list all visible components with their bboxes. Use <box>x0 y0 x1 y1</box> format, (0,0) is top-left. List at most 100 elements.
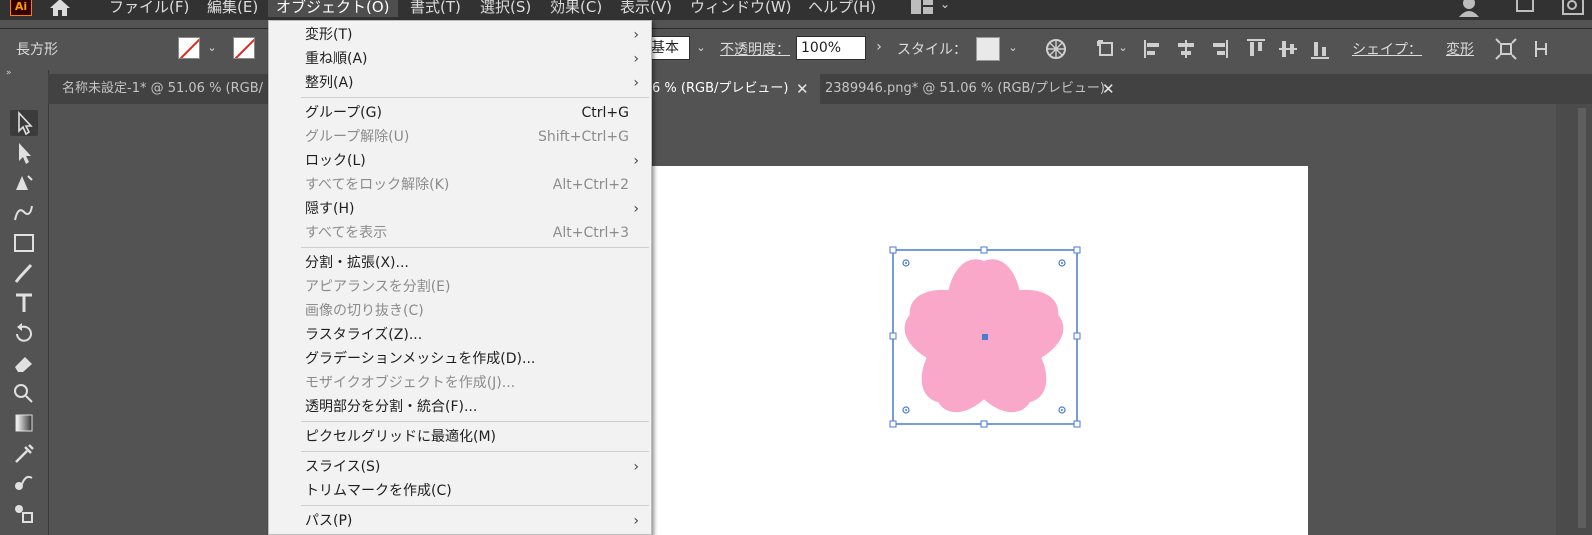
symbol-sprayer-tool-icon[interactable] <box>10 500 38 526</box>
rectangle-tool-icon[interactable] <box>10 230 38 256</box>
menu-item-label: トリムマークを作成(C) <box>305 483 452 499</box>
eraser-tool-icon[interactable] <box>10 350 38 376</box>
menu-item-make-pixel-perfect[interactable]: ピクセルグリッドに最適化(M) <box>269 425 651 449</box>
stroke-style-field[interactable]: 基本 <box>646 36 690 60</box>
align-top-icon[interactable] <box>1244 37 1268 61</box>
menu-separator <box>301 451 649 452</box>
menu-item-group[interactable]: グループ(G) Ctrl+G <box>269 101 651 125</box>
menu-item-shortcut: Alt+Ctrl+3 <box>552 225 629 241</box>
isolate-icon[interactable] <box>1494 37 1518 61</box>
menu-item-expand[interactable]: 分割・拡張(X)... <box>269 251 651 275</box>
align-horizontal-center-icon[interactable] <box>1174 37 1198 61</box>
menu-item-crop-image: 画像の切り抜き(C) <box>269 299 651 323</box>
opacity-field[interactable]: 100% <box>796 36 866 60</box>
document-tab[interactable]: 名称未設定-1* @ 51.06 % (RGB/ <box>62 74 263 104</box>
style-dropdown-icon[interactable]: ⌄ <box>1006 41 1020 55</box>
user-icon[interactable] <box>1458 0 1482 19</box>
submenu-arrow-icon: › <box>633 51 639 67</box>
direct-selection-tool-icon[interactable] <box>10 140 38 166</box>
control-bar: 長方形 ⌄ 基本 ⌄ 不透明度： 100% › スタイル： ⌄ ⌄ シェイプ： … <box>0 28 1592 71</box>
menu-item-label: ピクセルグリッドに最適化(M) <box>305 429 497 445</box>
pen-tool-icon[interactable] <box>10 170 38 196</box>
menu-view[interactable]: 表示(V) <box>620 0 672 17</box>
curvature-tool-icon[interactable] <box>10 200 38 226</box>
align-vertical-center-icon[interactable] <box>1276 37 1300 61</box>
submenu-arrow-icon: › <box>633 201 639 217</box>
opacity-label[interactable]: 不透明度： <box>720 39 790 59</box>
menu-item-label: 画像の切り抜き(C) <box>305 303 424 319</box>
panel-menu-icon[interactable] <box>1532 37 1556 61</box>
blend-tool-icon[interactable] <box>10 470 38 496</box>
eyedropper-tool-icon[interactable] <box>10 440 38 466</box>
submenu-arrow-icon: › <box>633 153 639 169</box>
home-icon[interactable] <box>47 0 73 17</box>
shape-builder-tool-icon[interactable] <box>10 380 38 406</box>
fill-swatch[interactable] <box>178 37 200 59</box>
menu-window[interactable]: ウィンドウ(W) <box>690 0 792 17</box>
menu-item-label: 分割・拡張(X)... <box>305 255 409 271</box>
menu-type[interactable]: 書式(T) <box>410 0 461 17</box>
menu-effect[interactable]: 効果(C) <box>550 0 602 17</box>
menu-object[interactable]: オブジェクト(O) <box>268 0 398 17</box>
collapse-panel-icon[interactable]: » <box>6 68 12 78</box>
menu-item-label: すべてを表示 <box>305 225 388 241</box>
submenu-arrow-icon: › <box>633 513 639 529</box>
menu-item-slice[interactable]: スライス(S) › <box>269 455 651 479</box>
paintbrush-tool-icon[interactable] <box>10 260 38 286</box>
shape-label[interactable]: シェイプ： <box>1352 39 1422 59</box>
menu-item-show-all: すべてを表示 Alt+Ctrl+3 <box>269 221 651 245</box>
style-label: スタイル： <box>897 42 967 58</box>
fill-dropdown-icon[interactable]: ⌄ <box>205 41 219 55</box>
close-tab-icon[interactable]: ✕ <box>796 74 809 104</box>
chevron-down-icon[interactable]: ⌄ <box>940 0 950 11</box>
menu-edit[interactable]: 編集(E) <box>207 0 258 17</box>
transform-label[interactable]: 変形 <box>1446 39 1474 59</box>
menu-item-arrange[interactable]: 重ね順(A) › <box>269 47 651 71</box>
menu-item-shortcut: Shift+Ctrl+G <box>537 129 629 145</box>
menu-item-shortcut: Ctrl+G <box>581 105 630 121</box>
align-right-icon[interactable] <box>1206 37 1230 61</box>
align-bottom-icon[interactable] <box>1308 37 1332 61</box>
menu-item-label: 整列(A) <box>305 75 354 91</box>
gradient-tool-icon[interactable] <box>10 410 38 436</box>
menu-select[interactable]: 選択(S) <box>480 0 531 17</box>
style-swatch[interactable] <box>976 37 1000 61</box>
opacity-expand-icon[interactable]: › <box>872 40 886 54</box>
menu-item-unlock-all: すべてをロック解除(K) Alt+Ctrl+2 <box>269 173 651 197</box>
arrange-documents-icon[interactable] <box>911 0 933 14</box>
sakura-flower-shape[interactable] <box>885 243 1083 433</box>
menu-item-label: グラデーションメッシュを作成(D)... <box>305 351 536 367</box>
menu-item-label: ロック(L) <box>305 153 366 169</box>
rotate-tool-icon[interactable] <box>10 320 38 346</box>
type-tool-icon[interactable] <box>10 290 38 316</box>
menu-item-label: 隠す(H) <box>305 201 355 217</box>
menu-item-rasterize[interactable]: ラスタライズ(Z)... <box>269 323 651 347</box>
search-icon[interactable] <box>1562 0 1584 17</box>
menu-item-create-trim-marks[interactable]: トリムマークを作成(C) <box>269 479 651 503</box>
close-tab-icon[interactable]: ✕ <box>1102 74 1115 104</box>
document-tab[interactable]: 2389946.png* @ 51.06 % (RGB/プレビュー) <box>825 74 1105 104</box>
menu-file[interactable]: ファイル(F) <box>109 0 189 17</box>
stroke-swatch[interactable] <box>233 37 255 59</box>
menu-item-flatten-transparency[interactable]: 透明部分を分割・統合(F)... <box>269 395 651 419</box>
stroke-style-dropdown-icon[interactable]: ⌄ <box>694 41 708 55</box>
menu-item-shortcut: Alt+Ctrl+2 <box>552 177 629 193</box>
menu-bar: Ai ファイル(F) 編集(E) オブジェクト(O) 書式(T) 選択(S) 効… <box>0 0 1592 20</box>
transform-dropdown-icon[interactable]: ⌄ <box>1116 41 1130 55</box>
recolor-artwork-icon[interactable] <box>1044 37 1068 61</box>
menu-item-lock[interactable]: ロック(L) › <box>269 149 651 173</box>
menu-item-label: グループ(G) <box>305 105 382 121</box>
menu-item-hide[interactable]: 隠す(H) › <box>269 197 651 221</box>
menu-help[interactable]: ヘルプ(H) <box>808 0 876 17</box>
menu-item-align[interactable]: 整列(A) › <box>269 71 651 95</box>
menu-item-path[interactable]: パス(P) › <box>269 509 651 533</box>
vertical-scrollbar[interactable] <box>1578 108 1586 528</box>
document-tab-active[interactable]: 6 % (RGB/プレビュー) <box>652 74 820 104</box>
menu-item-create-gradient-mesh[interactable]: グラデーションメッシュを作成(D)... <box>269 347 651 371</box>
workspace-icon[interactable] <box>1516 0 1534 12</box>
menu-item-transform[interactable]: 変形(T) › <box>269 23 651 47</box>
tab-label: 6 % (RGB/プレビュー) <box>652 81 789 96</box>
align-left-icon[interactable] <box>1142 37 1166 61</box>
selection-tool-icon[interactable] <box>10 110 38 136</box>
object-menu-dropdown: 変形(T) › 重ね順(A) › 整列(A) › グループ(G) Ctrl+G … <box>268 20 652 535</box>
